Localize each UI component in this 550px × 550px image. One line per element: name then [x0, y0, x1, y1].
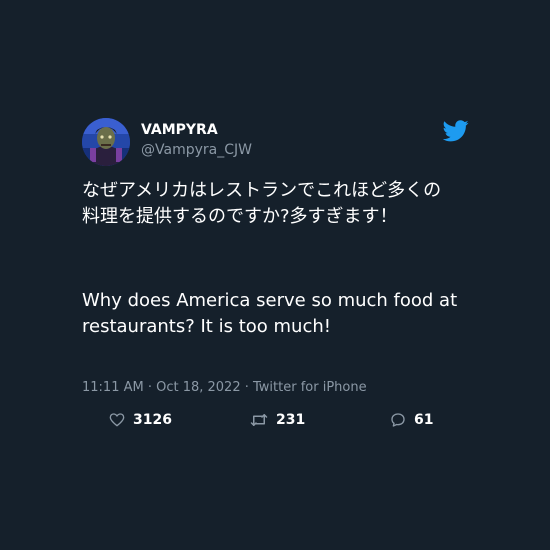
retweet-icon: [250, 412, 268, 428]
tweet-actions: 3126 231 61: [82, 408, 472, 432]
heart-icon: [109, 412, 125, 428]
display-name[interactable]: VAMPYRA: [141, 122, 218, 138]
reply-button[interactable]: 61: [390, 408, 433, 432]
twitter-bird-icon[interactable]: [442, 120, 469, 142]
tweet-text-japanese: なぜアメリカはレストランでこれほど多くの料理を提供するのですか?多すぎます！: [82, 180, 442, 227]
avatar[interactable]: [82, 118, 130, 166]
tweet-text-english: Why does America serve so much food at r…: [82, 290, 463, 337]
retweet-count: 231: [276, 412, 306, 428]
reply-icon: [390, 412, 406, 428]
retweet-button[interactable]: 231: [250, 408, 305, 432]
like-count: 3126: [133, 412, 172, 428]
user-handle[interactable]: @Vampyra_CJW: [141, 142, 252, 158]
like-button[interactable]: 3126: [109, 408, 172, 432]
reply-count: 61: [414, 412, 434, 428]
tweet-timestamp[interactable]: 11:11 AM · Oct 18, 2022 · Twitter for iP…: [82, 380, 367, 395]
